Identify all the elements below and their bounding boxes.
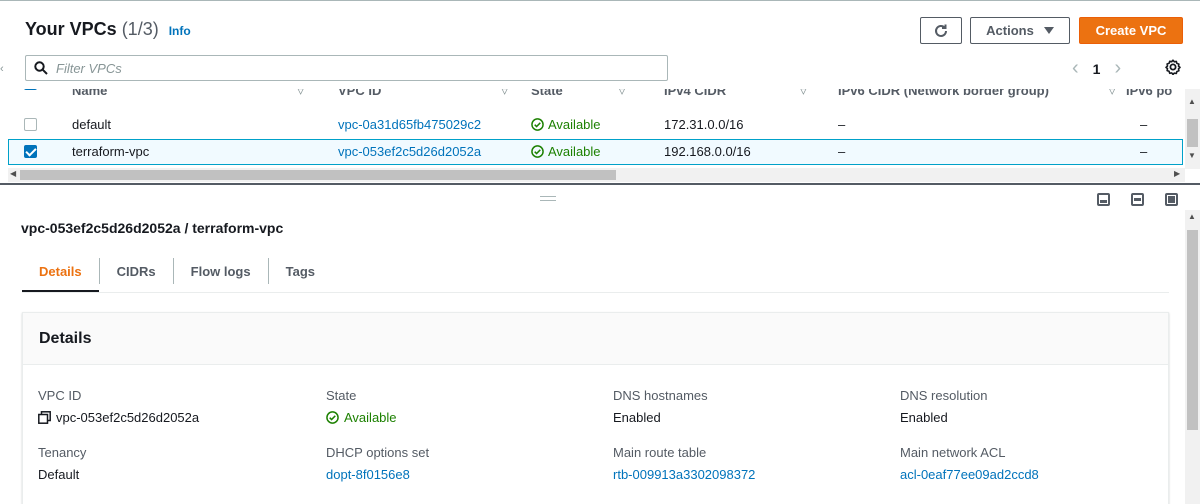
tab-tags[interactable]: Tags — [269, 250, 332, 292]
scroll-down-icon[interactable]: ▼ — [1188, 151, 1196, 160]
cell-name: default — [72, 117, 112, 132]
actions-label: Actions — [986, 23, 1034, 38]
details-card: Details VPC ID vpc-053ef2c5d26d2052a Sta… — [22, 312, 1169, 504]
tab-details[interactable]: Details — [22, 250, 99, 293]
cell-name: terraform-vpc — [72, 144, 150, 159]
row-checkbox[interactable] — [24, 118, 37, 131]
selection-count: (1/3) — [121, 19, 159, 39]
actions-button[interactable]: Actions — [970, 17, 1070, 44]
state-value: Available — [344, 410, 397, 425]
copy-icon[interactable] — [38, 411, 51, 424]
scroll-left-icon[interactable]: ◀ — [10, 169, 16, 178]
cell-ipv6-pool: – — [1140, 144, 1148, 159]
cell-state: Available — [531, 117, 601, 132]
column-header-ipv4-cidr[interactable]: IPv4 CIDR ▿ — [664, 89, 807, 99]
drag-handle-icon[interactable] — [540, 196, 556, 201]
field-tenancy: Tenancy Default — [38, 445, 87, 482]
check-circle-icon — [531, 145, 544, 158]
scrollbar-thumb[interactable] — [1187, 230, 1198, 430]
scroll-up-icon[interactable]: ▲ — [1188, 97, 1196, 106]
field-main-route-table: Main route table rtb-009913a3302098372 — [613, 445, 756, 482]
detail-tabs: Details CIDRs Flow logs Tags — [22, 250, 332, 293]
row-checkbox[interactable] — [24, 145, 37, 158]
check-circle-icon — [531, 118, 544, 131]
field-vpc-id: VPC ID vpc-053ef2c5d26d2052a — [38, 388, 200, 425]
dns-resolution-value: Enabled — [900, 410, 948, 425]
filter-input[interactable] — [56, 60, 636, 76]
column-header-name[interactable]: Name ▿ — [72, 89, 304, 99]
left-edge-chevron-icon: ‹ — [0, 63, 4, 75]
gear-icon[interactable] — [1165, 59, 1181, 75]
pagination: ‹ 1 › — [1072, 57, 1121, 80]
next-page-icon[interactable]: › — [1114, 57, 1121, 80]
column-header-state[interactable]: State ▿ — [531, 89, 625, 99]
scrollbar-thumb[interactable] — [20, 170, 616, 180]
route-table-link[interactable]: rtb-009913a3302098372 — [613, 467, 755, 482]
layout-split-bottom-icon[interactable] — [1097, 193, 1110, 206]
cell-ipv4-cidr: 172.31.0.0/16 — [664, 117, 744, 132]
field-dns-hostnames: DNS hostnames Enabled — [613, 388, 708, 425]
table-header: Name ▿ VPC ID ▿ State ▿ IPv4 CIDR ▿ IPv6 CID… — [8, 89, 1183, 100]
layout-full-icon[interactable] — [1165, 193, 1178, 206]
search-icon — [34, 61, 48, 75]
field-dhcp-options: DHCP options set dopt-8f0156e8 — [326, 445, 430, 482]
dns-hostnames-value: Enabled — [613, 410, 661, 425]
network-acl-link[interactable]: acl-0eaf77ee09ad2ccd8 — [900, 467, 1039, 482]
tab-underline — [22, 292, 1169, 293]
column-header-vpc-id[interactable]: VPC ID ▿ — [338, 89, 508, 99]
table-row[interactable]: default vpc-0a31d65fb475029c2 Available … — [8, 112, 1183, 138]
scroll-up-icon[interactable]: ▲ — [1188, 212, 1196, 221]
info-link[interactable]: Info — [169, 24, 191, 38]
tab-flow-logs[interactable]: Flow logs — [174, 250, 268, 292]
prev-page-icon[interactable]: ‹ — [1072, 57, 1079, 80]
select-all-checkbox[interactable] — [24, 89, 37, 90]
tab-cidrs[interactable]: CIDRs — [100, 250, 173, 292]
cell-vpc-id-link[interactable]: vpc-0a31d65fb475029c2 — [338, 117, 481, 132]
table-horizontal-scrollbar[interactable]: ◀ ▶ — [8, 168, 1185, 182]
table-vertical-scrollbar[interactable]: ▲ ▼ — [1185, 89, 1200, 169]
refresh-icon — [935, 24, 947, 37]
table-row-selected[interactable]: terraform-vpc vpc-053ef2c5d26d2052a Avai… — [8, 139, 1183, 165]
scrollbar-thumb[interactable] — [1187, 119, 1198, 147]
filter-box[interactable] — [25, 55, 668, 81]
current-page[interactable]: 1 — [1093, 61, 1101, 77]
list-header: Your VPCs (1/3) Info — [25, 19, 191, 43]
scroll-right-icon[interactable]: ▶ — [1174, 169, 1180, 178]
panel-splitter[interactable] — [0, 183, 1200, 185]
cell-ipv6-cidr: – — [838, 144, 846, 159]
cell-ipv6-cidr: – — [838, 117, 846, 132]
card-title: Details — [23, 313, 1168, 365]
detail-title: vpc-053ef2c5d26d2052a / terraform-vpc — [21, 220, 284, 236]
cell-ipv4-cidr: 192.168.0.0/16 — [664, 144, 751, 159]
create-vpc-button[interactable]: Create VPC — [1079, 17, 1183, 44]
check-circle-icon — [326, 411, 339, 424]
refresh-button[interactable] — [920, 17, 962, 44]
cell-vpc-id-link[interactable]: vpc-053ef2c5d26d2052a — [338, 144, 481, 159]
column-header-ipv6-cidr[interactable]: IPv6 CIDR (Network border group) ▿ — [838, 89, 1115, 99]
field-state: State Available — [326, 388, 397, 425]
vpc-id-value: vpc-053ef2c5d26d2052a — [56, 410, 200, 425]
vpc-list-panel: Your VPCs (1/3) Info Actions Create VPC … — [0, 0, 1200, 183]
detail-vertical-scrollbar[interactable]: ▲ — [1185, 210, 1200, 504]
field-main-network-acl: Main network ACL acl-0eaf77ee09ad2ccd8 — [900, 445, 1039, 482]
page-title: Your VPCs — [25, 19, 117, 39]
vpc-table: Name ▿ VPC ID ▿ State ▿ IPv4 CIDR ▿ IPv6 CID… — [8, 89, 1183, 167]
tenancy-value: Default — [38, 467, 80, 482]
dhcp-options-link[interactable]: dopt-8f0156e8 — [326, 467, 429, 482]
caret-down-icon — [1043, 27, 1054, 34]
column-header-ipv6-pool[interactable]: IPv6 po — [1126, 89, 1172, 98]
cell-ipv6-pool: – — [1140, 117, 1148, 132]
field-dns-resolution: DNS resolution Enabled — [900, 388, 988, 425]
layout-split-side-icon[interactable] — [1131, 193, 1144, 206]
cell-state: Available — [531, 144, 601, 159]
